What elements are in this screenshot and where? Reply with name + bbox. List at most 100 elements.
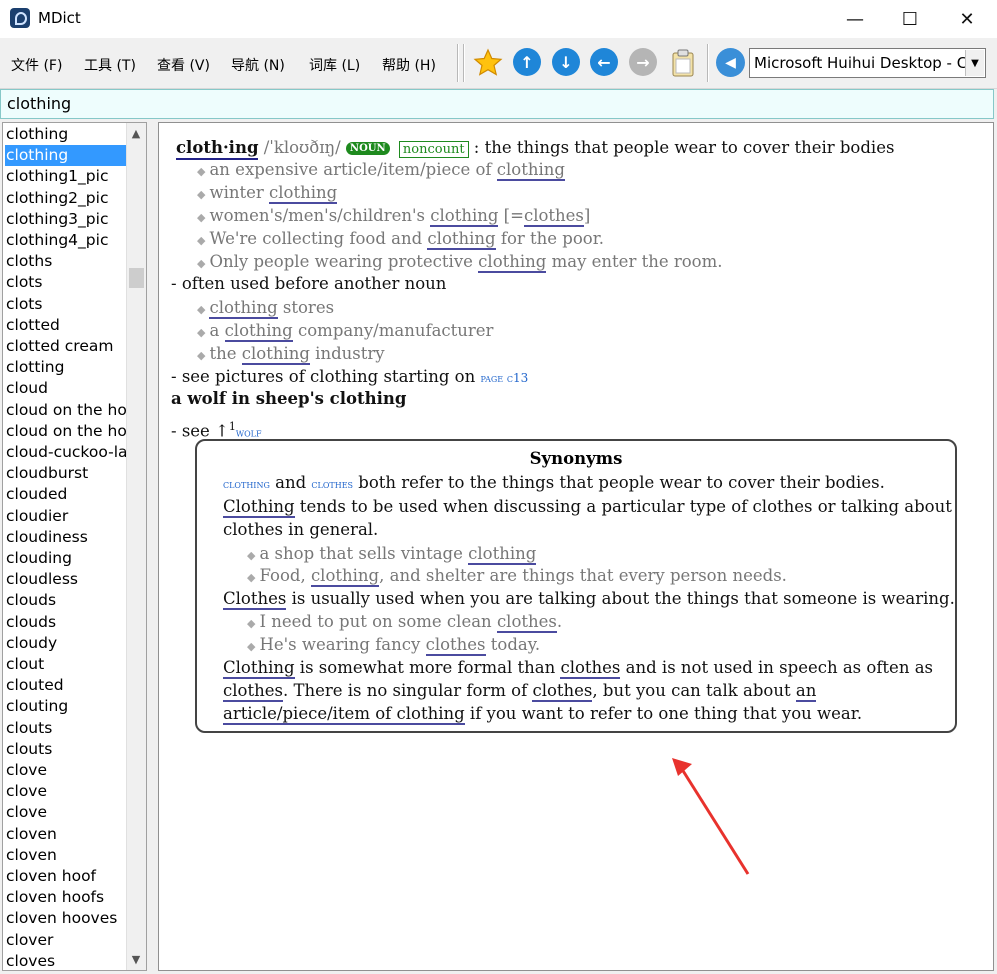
star-icon[interactable] xyxy=(473,48,503,78)
speaker-icon[interactable]: ◀ xyxy=(716,48,745,77)
example-line: ◆ Only people wearing protective clothing… xyxy=(197,252,723,273)
scroll-down-icon[interactable]: ▼ xyxy=(130,953,142,966)
example-line: ◆ women's/men's/children's clothing [=clo… xyxy=(197,206,591,227)
pos-badge: NOUN xyxy=(345,142,390,155)
maximize-button[interactable]: ☐ xyxy=(881,0,939,38)
word-list-item[interactable]: cloud on the ho xyxy=(5,400,128,421)
menu-navigate[interactable]: 导航 (N) xyxy=(231,55,285,75)
word-list-item[interactable]: cloven hooves xyxy=(5,908,128,929)
word-list-item[interactable]: clover xyxy=(5,930,128,951)
annotation-arrow-icon xyxy=(672,758,750,875)
word-list-item[interactable]: clove xyxy=(5,781,128,802)
crossref-link[interactable]: clothes xyxy=(311,477,353,491)
search-input[interactable]: clothing xyxy=(0,89,994,119)
arrow-left-icon[interactable]: ← xyxy=(590,48,618,76)
crossref-link[interactable]: clothing xyxy=(209,298,278,319)
word-list-item[interactable]: clouting xyxy=(5,696,128,717)
word-list-item[interactable]: clotted xyxy=(5,315,128,336)
crossref-link[interactable]: clothes xyxy=(425,635,486,656)
voice-select[interactable]: Microsoft Huihui Desktop - C ▼ xyxy=(749,48,986,78)
crossref-link[interactable]: clothes xyxy=(532,681,593,702)
word-list-item[interactable]: clothing xyxy=(5,124,128,145)
voice-select-value: Microsoft Huihui Desktop - C xyxy=(754,54,968,72)
crossref-link[interactable]: clothes xyxy=(560,658,621,679)
wolf-link[interactable]: wolf xyxy=(236,426,262,440)
crossref-link[interactable]: clothes xyxy=(223,681,283,702)
crossref-link[interactable]: clothing xyxy=(224,321,293,342)
crossref-link[interactable]: clothing xyxy=(478,252,547,273)
crossref-link[interactable]: an xyxy=(795,681,817,702)
word-list-item[interactable]: cloven hoofs xyxy=(5,887,128,908)
word-list-item[interactable]: clots xyxy=(5,272,128,293)
word-list-item[interactable]: cloven xyxy=(5,845,128,866)
word-list-item[interactable]: cloud on the ho xyxy=(5,421,128,442)
word-list-item[interactable]: clothing4_pic xyxy=(5,230,128,251)
arrow-right-icon[interactable]: → xyxy=(629,48,657,76)
crossref-link[interactable]: clothes xyxy=(523,206,584,227)
menu-tools[interactable]: 工具 (T) xyxy=(84,55,136,75)
entry-header-line: cloth·ing /ˈkloʊðɪŋ/ NOUN noncount : the… xyxy=(176,137,895,160)
menu-help[interactable]: 帮助 (H) xyxy=(382,55,436,75)
word-list-item[interactable]: clots xyxy=(5,294,128,315)
word-list-item[interactable]: clouted xyxy=(5,675,128,696)
word-list-item[interactable]: cloudiness xyxy=(5,527,128,548)
menu-view[interactable]: 查看 (V) xyxy=(157,55,210,75)
crossref-link[interactable]: Clothing xyxy=(223,497,295,518)
crossref-link[interactable]: clothing xyxy=(269,183,338,204)
word-list-item[interactable]: cloven hoof xyxy=(5,866,128,887)
word-list-scrollbar[interactable]: ▲ ▼ xyxy=(126,123,146,970)
crossref-link[interactable]: article/piece/item of clothing xyxy=(223,704,465,725)
word-list-item[interactable]: cloves xyxy=(5,951,128,970)
word-list-item[interactable]: clothing3_pic xyxy=(5,209,128,230)
word-list-item[interactable]: cloven xyxy=(5,824,128,845)
word-list-item[interactable]: cloud xyxy=(5,378,128,399)
word-list-item[interactable]: clouts xyxy=(5,718,128,739)
toolbar-separator xyxy=(707,44,709,82)
crossref-link[interactable]: clothing xyxy=(468,544,537,565)
arrow-up-icon[interactable]: ↑ xyxy=(513,48,541,76)
word-list-item[interactable]: cloudier xyxy=(5,506,128,527)
scroll-thumb[interactable] xyxy=(129,268,144,288)
crossref-link[interactable]: clothing xyxy=(310,566,380,587)
crossref-link[interactable]: Clothing xyxy=(223,658,295,679)
word-list-item[interactable]: cloudless xyxy=(5,569,128,590)
word-list-item[interactable]: clotting xyxy=(5,357,128,378)
crossref-link[interactable]: clothing xyxy=(427,229,496,250)
crossref-link[interactable]: clothing xyxy=(223,477,270,491)
see-arrow-icon: ↑ xyxy=(215,421,229,441)
page-ref-link[interactable]: page c13 xyxy=(480,371,528,385)
word-list-item[interactable]: cloudburst xyxy=(5,463,128,484)
word-list-item[interactable]: clouding xyxy=(5,548,128,569)
word-list-item[interactable]: cloud-cuckoo-la xyxy=(5,442,128,463)
word-list-item[interactable]: clothing2_pic xyxy=(5,188,128,209)
word-list-item[interactable]: clove xyxy=(5,760,128,781)
crossref-link[interactable]: clothing xyxy=(496,160,565,181)
clipboard-icon[interactable] xyxy=(668,48,698,78)
menu-library[interactable]: 词库 (L) xyxy=(309,55,360,75)
close-button[interactable]: ✕ xyxy=(938,0,996,38)
crossref-link[interactable]: clothing xyxy=(430,206,499,227)
word-list-item[interactable]: clothing xyxy=(5,145,128,167)
word-list-item[interactable]: cloudy xyxy=(5,633,128,654)
arrow-down-icon[interactable]: ↓ xyxy=(552,48,580,76)
minimize-button[interactable]: — xyxy=(826,0,884,38)
scroll-up-icon[interactable]: ▲ xyxy=(130,127,142,140)
example-line: ◆ a clothing company/manufacturer xyxy=(197,321,494,342)
word-list-item[interactable]: clout xyxy=(5,654,128,675)
example-line: ◆ the clothing industry xyxy=(197,344,385,365)
definition-text: : the things that people wear to cover t… xyxy=(473,138,895,157)
word-list-item[interactable]: clouded xyxy=(5,484,128,505)
menu-file[interactable]: 文件 (F) xyxy=(11,55,62,75)
chevron-down-icon[interactable]: ▼ xyxy=(965,50,984,76)
word-list-item[interactable]: clotted cream xyxy=(5,336,128,357)
crossref-link[interactable]: Clothes xyxy=(223,589,287,610)
crossref-link[interactable]: clothing xyxy=(241,344,310,365)
word-list-item[interactable]: cloths xyxy=(5,251,128,272)
word-list-item[interactable]: clouds xyxy=(5,612,128,633)
word-list-item[interactable]: clouts xyxy=(5,739,128,760)
word-list-item[interactable]: clothing1_pic xyxy=(5,166,128,187)
crossref-link[interactable]: clothes xyxy=(496,612,557,633)
word-list-item[interactable]: clouds xyxy=(5,590,128,611)
word-list-item[interactable]: clove xyxy=(5,802,128,823)
synonym-line: Clothes is usually used when you are tal… xyxy=(223,589,955,610)
